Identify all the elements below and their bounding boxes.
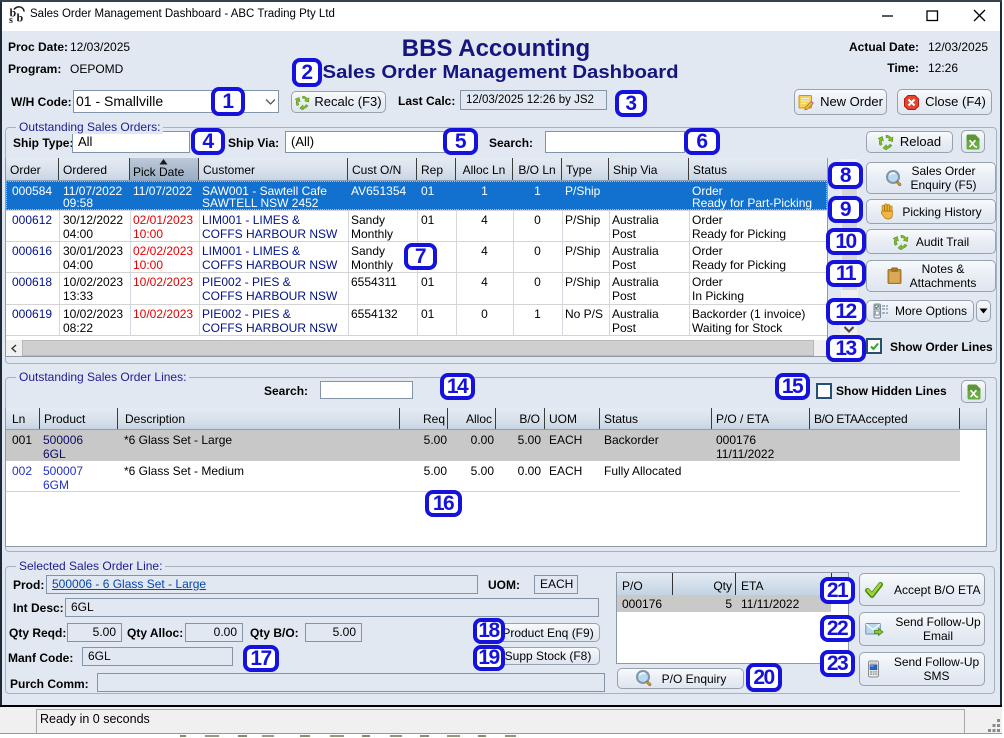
- svg-text:b: b: [17, 11, 24, 25]
- svg-text:s: s: [9, 15, 13, 26]
